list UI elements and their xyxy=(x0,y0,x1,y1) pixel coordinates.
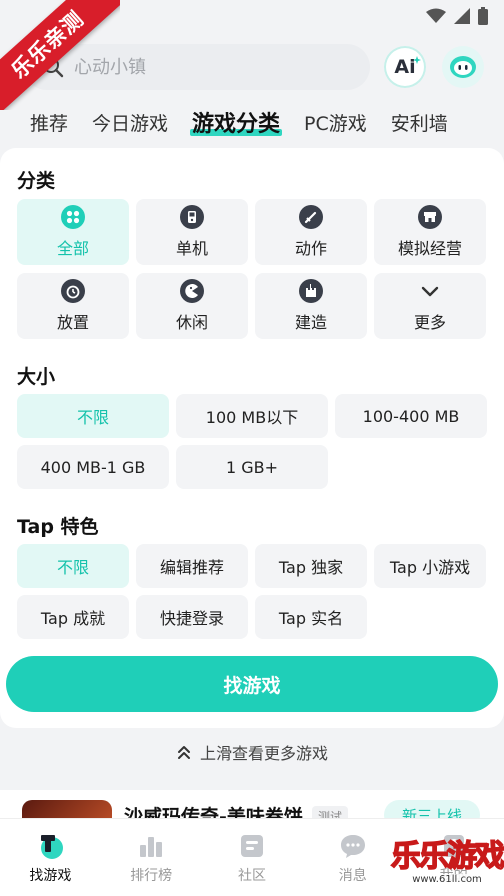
message-icon xyxy=(340,834,365,858)
grid-icon xyxy=(61,205,85,229)
category-single-player[interactable]: 单机 xyxy=(136,199,248,265)
gamepad-icon xyxy=(180,205,204,229)
watermark: 乐乐游戏 www.61ll.com xyxy=(390,839,504,896)
alarm-icon xyxy=(61,279,85,303)
tap-features-title: Tap 特色 xyxy=(17,516,99,538)
scroll-more-hint[interactable]: 上滑查看更多游戏 xyxy=(0,740,504,764)
watermark-url: www.61ll.com xyxy=(408,874,486,885)
category-casual[interactable]: 休闲 xyxy=(136,273,248,339)
category-idle[interactable]: 放置 xyxy=(17,273,129,339)
find-game-button[interactable]: 找游戏 xyxy=(6,656,498,712)
tap-real-name[interactable]: Tap 实名 xyxy=(255,595,367,639)
category-label: 全部 xyxy=(56,239,89,258)
category-building[interactable]: 建造 xyxy=(255,273,367,339)
category-label: 单机 xyxy=(175,239,208,258)
sword-icon xyxy=(299,205,323,229)
castle-icon xyxy=(299,279,323,303)
community-icon xyxy=(240,834,263,857)
category-label: 放置 xyxy=(56,313,89,332)
category-label: 更多 xyxy=(413,313,446,332)
tap-editor-pick[interactable]: 编辑推荐 xyxy=(136,544,248,588)
category-label: 动作 xyxy=(294,239,327,258)
sparkle-icon xyxy=(413,56,421,64)
size-100-400mb[interactable]: 100-400 MB xyxy=(335,394,487,438)
tap-exclusive[interactable]: Tap 独家 xyxy=(255,544,367,588)
nav-label: 排行榜 xyxy=(130,867,173,884)
robot-avatar-button[interactable] xyxy=(442,46,484,88)
category-more[interactable]: 更多 xyxy=(374,273,486,339)
pacman-icon xyxy=(180,279,204,303)
size-unlimited[interactable]: 不限 xyxy=(17,394,169,438)
double-chevron-up-icon xyxy=(177,746,190,759)
category-label: 休闲 xyxy=(175,313,208,332)
find-game-icon xyxy=(41,834,64,859)
nav-community[interactable]: 社区 xyxy=(202,819,303,896)
category-simulation[interactable]: 模拟经营 xyxy=(374,199,486,265)
nav-label: 社区 xyxy=(237,867,266,884)
ai-assistant-button[interactable]: Ai xyxy=(384,46,426,88)
nav-messages[interactable]: 消息 xyxy=(302,819,403,896)
size-over-1gb[interactable]: 1 GB+ xyxy=(176,445,328,489)
category-all[interactable]: 全部 xyxy=(17,199,129,265)
chevron-down-icon xyxy=(418,279,442,303)
wifi-icon xyxy=(426,8,446,23)
nav-find-game[interactable]: 找游戏 xyxy=(0,819,101,896)
size-under-100mb[interactable]: 100 MB以下 xyxy=(176,394,328,438)
category-title: 分类 xyxy=(17,170,56,192)
filter-panel: 分类 全部 单机 动作 模拟经营 放置 休闲 建造 更多 大小 不限 100 M… xyxy=(0,148,504,728)
size-title: 大小 xyxy=(17,366,56,388)
watermark-text: 乐乐游戏 xyxy=(390,839,504,875)
tap-mini-game[interactable]: Tap 小游戏 xyxy=(374,544,486,588)
tap-unlimited[interactable]: 不限 xyxy=(17,544,129,588)
tab-recommend-wall[interactable]: 安利墙 xyxy=(391,109,448,136)
nav-ranking[interactable]: 排行榜 xyxy=(101,819,202,896)
tap-achievements[interactable]: Tap 成就 xyxy=(17,595,129,639)
category-label: 建造 xyxy=(294,313,327,332)
ranking-icon xyxy=(140,836,163,857)
corner-ribbon: 乐乐亲测 xyxy=(0,0,120,110)
shop-icon xyxy=(418,205,442,229)
scroll-more-label: 上滑查看更多游戏 xyxy=(199,744,328,763)
tap-quick-login[interactable]: 快捷登录 xyxy=(136,595,248,639)
category-label: 模拟经营 xyxy=(397,239,462,258)
tab-today[interactable]: 今日游戏 xyxy=(92,109,168,136)
nav-label: 找游戏 xyxy=(29,867,72,884)
signal-icon xyxy=(454,8,470,24)
nav-label: 消息 xyxy=(338,867,367,884)
battery-icon xyxy=(478,7,488,25)
size-400mb-1gb[interactable]: 400 MB-1 GB xyxy=(17,445,169,489)
tab-categories[interactable]: 游戏分类 xyxy=(190,106,283,138)
ribbon-label: 乐乐亲测 xyxy=(0,0,120,110)
robot-icon xyxy=(450,56,476,78)
tab-pc-games[interactable]: PC游戏 xyxy=(304,109,367,136)
tab-recommend[interactable]: 推荐 xyxy=(30,109,68,136)
category-action[interactable]: 动作 xyxy=(255,199,367,265)
